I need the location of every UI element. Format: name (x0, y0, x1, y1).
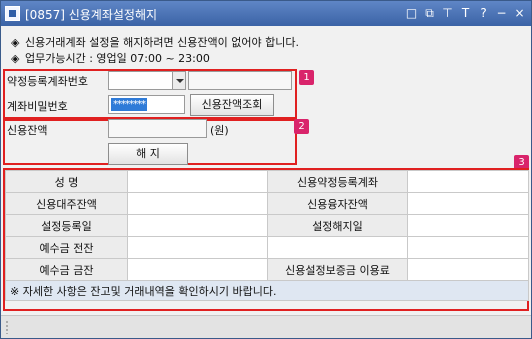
balance-query-button[interactable]: 신용잔액조회 (190, 94, 274, 116)
dialog-window: [0857] 신용계좌설정해지 □ ⧉ ⊤ T ? − × ◈ 신용거래계좌 설정… (0, 0, 532, 339)
password-value: ******** (111, 98, 147, 111)
chevron-down-icon[interactable] (172, 72, 185, 89)
account-label: 약정등록계좌번호 (7, 75, 88, 88)
table-row: 설정등록일 설정해지일 (5, 214, 529, 237)
diamond-bullet-icon: ◈ (11, 52, 20, 65)
grid-label: 신용약정등록계좌 (267, 170, 408, 193)
grid-label: 신용대주잔액 (5, 192, 128, 215)
badge-2: 2 (294, 119, 309, 134)
grid-value (407, 236, 529, 259)
copy-window-icon[interactable]: ⧉ (422, 5, 437, 21)
grid-label: 설정해지일 (267, 214, 408, 237)
grid-value (127, 258, 268, 281)
pin-icon[interactable]: ⊤ (440, 5, 455, 21)
grid-label: 신용설정보증금 이용료 (267, 258, 408, 281)
cancel-button[interactable]: 해 지 (108, 143, 188, 165)
close-icon[interactable]: × (512, 5, 527, 21)
title-controls: □ ⧉ ⊤ T ? − × (404, 5, 527, 21)
grid-label: 신용융자잔액 (267, 192, 408, 215)
grid-label: 성 명 (5, 170, 128, 193)
password-input[interactable]: ******** (108, 95, 185, 114)
info-grid: 성 명 신용약정등록계좌 신용대주잔액 신용융자잔액 설정등록일 설정해지일 예… (5, 170, 529, 301)
font-size-icon[interactable]: T (458, 5, 473, 21)
notice-line-2: ◈ 업무가능시간 : 영업일 07:00 ~ 23:00 (11, 50, 210, 66)
title-bar[interactable]: [0857] 신용계좌설정해지 □ ⧉ ⊤ T ? − × (1, 1, 531, 26)
notice-text-1: 신용거래계좌 설정을 해지하려면 신용잔액이 없어야 합니다. (25, 36, 299, 49)
table-row: 신용대주잔액 신용융자잔액 (5, 192, 529, 215)
credit-balance-label: 신용잔액 (7, 124, 48, 137)
minimize-icon[interactable]: − (494, 5, 509, 21)
grid-value (127, 214, 268, 237)
grid-value (407, 192, 529, 215)
grid-value (267, 236, 408, 259)
grid-label: 예수금 금잔 (5, 258, 128, 281)
footer-note: ※ 자세한 사항은 잔고및 거래내역을 확인하시기 바랍니다. (5, 280, 529, 301)
account-select[interactable] (108, 71, 186, 90)
grid-label: 예수금 전잔 (5, 236, 128, 259)
resize-grip-icon[interactable] (5, 320, 9, 334)
grid-value (127, 170, 268, 193)
grid-value (127, 192, 268, 215)
help-icon[interactable]: ? (476, 5, 491, 21)
grid-value (407, 258, 529, 281)
unit-label: (원) (210, 124, 229, 137)
grid-label: 설정등록일 (5, 214, 128, 237)
diamond-bullet-icon: ◈ (11, 36, 20, 49)
grid-value (407, 214, 529, 237)
table-row: 성 명 신용약정등록계좌 (5, 170, 529, 193)
window-title: [0857] 신용계좌설정해지 (25, 8, 158, 22)
badge-1: 1 (299, 70, 314, 85)
credit-balance-field (108, 119, 207, 138)
table-row: ※ 자세한 사항은 잔고및 거래내역을 확인하시기 바랍니다. (5, 280, 529, 301)
password-label: 계좌비밀번호 (7, 100, 68, 113)
notice-line-1: ◈ 신용거래계좌 설정을 해지하려면 신용잔액이 없어야 합니다. (11, 34, 299, 50)
app-icon (5, 6, 20, 21)
account-name-field (188, 71, 292, 90)
grid-value (127, 236, 268, 259)
status-bar (1, 315, 531, 338)
grid-value (407, 170, 529, 193)
notice-text-2: 업무가능시간 : 영업일 07:00 ~ 23:00 (25, 52, 210, 65)
table-row: 예수금 금잔 신용설정보증금 이용료 (5, 258, 529, 281)
restore-icon[interactable]: □ (404, 5, 419, 21)
table-row: 예수금 전잔 (5, 236, 529, 259)
